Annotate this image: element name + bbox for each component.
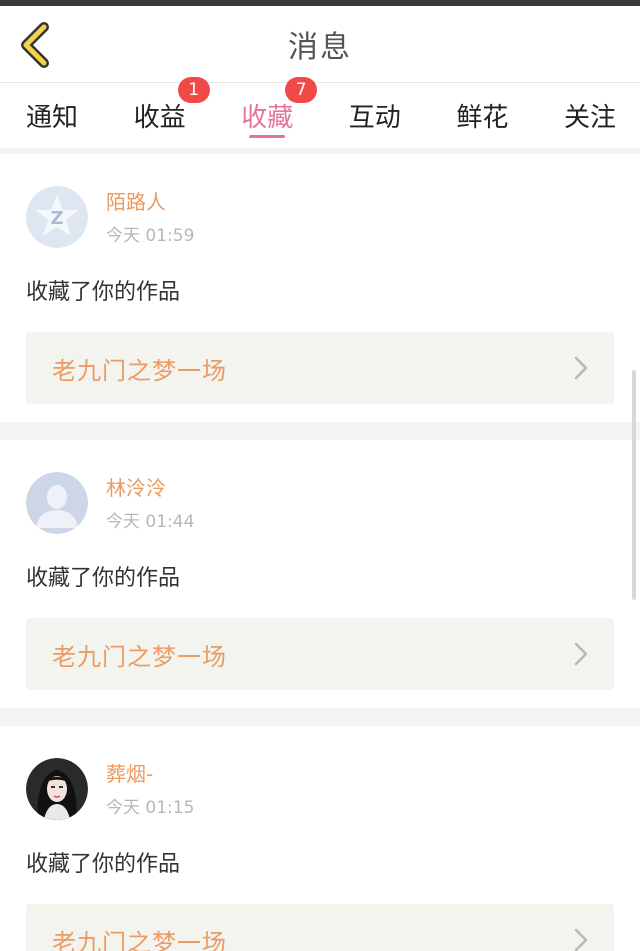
top-bar: 消息 — [0, 6, 640, 83]
tab-bar: 通知 收益 1 收藏 7 互动 鲜花 关注 — [0, 77, 640, 148]
avatar[interactable] — [26, 472, 88, 534]
tab-label: 收益 — [133, 103, 186, 133]
user-name[interactable]: 陌路人 — [106, 189, 194, 215]
tab-label: 鲜花 — [456, 103, 509, 133]
action-text: 收藏了你的作品 — [26, 280, 181, 305]
tab-label: 互动 — [348, 103, 401, 133]
svg-text:Z: Z — [50, 208, 63, 229]
work-link[interactable]: 老九门之梦一场 — [26, 904, 614, 951]
favorite-notification-item: Z 陌路人 今天 01:59 收藏了你的作品 老九门之梦一场 — [0, 154, 640, 422]
work-link[interactable]: 老九门之梦一场 — [26, 332, 614, 404]
tab-label: 通知 — [26, 103, 79, 133]
tab-earnings[interactable]: 收益 1 — [133, 77, 210, 148]
work-title: 老九门之梦一场 — [52, 928, 227, 951]
favorite-notification-item: 葬烟- 今天 01:15 收藏了你的作品 老九门之梦一场 — [0, 726, 640, 951]
action-text: 收藏了你的作品 — [26, 852, 181, 877]
tab-label: 收藏 — [241, 103, 294, 133]
chevron-left-icon — [21, 22, 49, 68]
chevron-right-icon — [574, 928, 588, 951]
user-info: 林泠泠 今天 01:44 — [26, 472, 614, 534]
active-tab-indicator — [249, 135, 286, 138]
tab-follows[interactable]: 关注 — [564, 83, 616, 148]
page-title: 消息 — [288, 30, 352, 65]
tab-favorites[interactable]: 收藏 7 — [241, 77, 318, 148]
work-link[interactable]: 老九门之梦一场 — [26, 618, 614, 690]
user-photo-icon — [26, 758, 88, 820]
tab-label: 关注 — [563, 103, 616, 133]
action-text: 收藏了你的作品 — [26, 566, 181, 591]
user-name[interactable]: 林泠泠 — [106, 475, 194, 501]
work-title: 老九门之梦一场 — [52, 356, 227, 385]
tab-flowers[interactable]: 鲜花 — [456, 83, 508, 148]
tab-interactions[interactable]: 互动 — [349, 83, 401, 148]
scrollbar[interactable] — [632, 370, 636, 600]
timestamp: 今天 01:15 — [106, 797, 195, 818]
qq-default-avatar-icon: Z — [26, 186, 88, 248]
chevron-right-icon — [574, 356, 588, 380]
back-button[interactable] — [14, 20, 56, 70]
user-silhouette-icon — [26, 472, 88, 534]
user-info: Z 陌路人 今天 01:59 — [26, 186, 614, 248]
favorite-notification-item: 林泠泠 今天 01:44 收藏了你的作品 老九门之梦一场 — [0, 440, 640, 708]
tab-notifications[interactable]: 通知 — [26, 83, 78, 148]
avatar[interactable]: Z — [26, 186, 88, 248]
chevron-right-icon — [574, 642, 588, 666]
work-title: 老九门之梦一场 — [52, 642, 227, 671]
user-info: 葬烟- 今天 01:15 — [26, 758, 614, 820]
avatar[interactable] — [26, 758, 88, 820]
unread-badge: 1 — [177, 77, 210, 103]
unread-badge: 7 — [285, 77, 318, 103]
timestamp: 今天 01:44 — [106, 511, 195, 532]
timestamp: 今天 01:59 — [106, 225, 195, 246]
user-name[interactable]: 葬烟- — [106, 761, 194, 787]
